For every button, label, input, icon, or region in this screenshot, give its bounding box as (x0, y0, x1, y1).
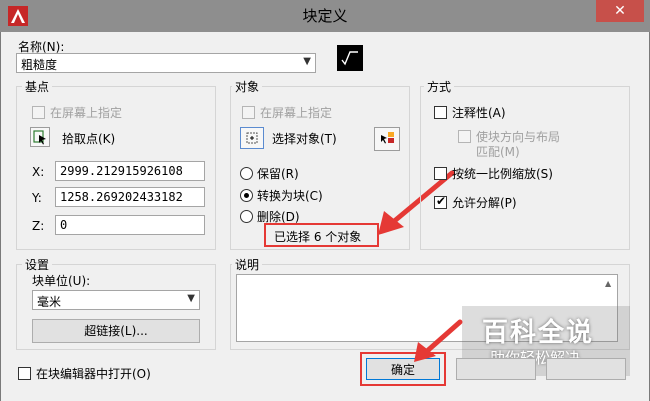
allow-exploding-checkbox[interactable] (434, 194, 447, 209)
convert-to-block-radio[interactable] (240, 189, 253, 202)
objects-specify-on-screen-label: 在屏幕上指定 (260, 106, 333, 120)
open-in-editor-label: 在块编辑器中打开(O) (36, 367, 151, 381)
match-orientation-checkbox[interactable] (458, 130, 471, 143)
selected-count-text: 已选择 6 个对象 (274, 230, 362, 244)
base-specify-on-screen-checkbox[interactable] (32, 106, 45, 119)
y-label: Y: (32, 191, 42, 205)
quick-select-button[interactable] (374, 127, 400, 151)
name-value: 粗糙度 (21, 58, 58, 72)
x-input[interactable] (55, 161, 205, 181)
convert-to-block-label: 转换为块(C) (257, 189, 323, 203)
pick-point-button[interactable] (30, 127, 50, 147)
objects-title: 对象 (232, 78, 263, 95)
delete-radio[interactable] (240, 210, 253, 223)
z-input[interactable] (55, 215, 205, 235)
pick-point-icon (33, 130, 46, 145)
scale-uniformly-checkbox[interactable] (434, 167, 447, 180)
settings-title: 设置 (22, 256, 53, 273)
objects-specify-on-screen-checkbox[interactable] (242, 106, 255, 119)
surface-roughness-icon (341, 51, 358, 66)
select-objects-label: 选择对象(T) (272, 132, 337, 146)
block-unit-value: 毫米 (37, 295, 62, 309)
chevron-down-icon: ▼ (187, 293, 195, 304)
ok-annotation-arrow (414, 319, 463, 362)
close-button[interactable]: ✕ (596, 0, 644, 22)
annotative-label: 注释性(A) (452, 106, 506, 120)
retain-label: 保留(R) (257, 167, 299, 181)
allow-exploding-label: 允许分解(P) (452, 196, 517, 210)
base-point-title: 基点 (22, 78, 53, 95)
name-combobox[interactable]: 粗糙度 ▼ (16, 53, 316, 73)
match-orientation-label-line2: 匹配(M) (476, 145, 520, 159)
annotative-checkbox[interactable] (434, 106, 447, 119)
block-preview (337, 45, 363, 71)
block-unit-label: 块单位(U): (32, 274, 91, 288)
scale-uniformly-label: 按统一比例缩放(S) (452, 167, 553, 181)
help-button[interactable] (546, 358, 626, 380)
base-specify-on-screen-label: 在屏幕上指定 (50, 106, 123, 120)
block-unit-combobox[interactable]: 毫米 ▼ (32, 290, 200, 310)
close-icon: ✕ (614, 3, 626, 19)
hyperlink-button[interactable]: 超链接(L)... (32, 319, 200, 343)
open-in-editor-checkbox[interactable] (18, 367, 31, 380)
select-objects-button[interactable] (240, 127, 264, 149)
watermark-title: 百科全说 (482, 318, 595, 348)
cancel-button[interactable] (456, 358, 536, 380)
retain-radio[interactable] (240, 167, 253, 180)
select-objects-icon (246, 132, 258, 144)
x-label: X: (32, 165, 45, 179)
behavior-title: 方式 (424, 78, 455, 95)
description-title: 说明 (232, 256, 263, 273)
z-label: Z: (32, 219, 45, 233)
quick-select-icon (381, 132, 394, 144)
pick-point-label: 拾取点(K) (62, 132, 116, 146)
y-input[interactable] (55, 187, 205, 207)
chevron-down-icon: ▼ (303, 56, 311, 67)
scroll-up-icon[interactable]: ▲ (605, 279, 615, 289)
window-title: 块定义 (302, 7, 348, 25)
